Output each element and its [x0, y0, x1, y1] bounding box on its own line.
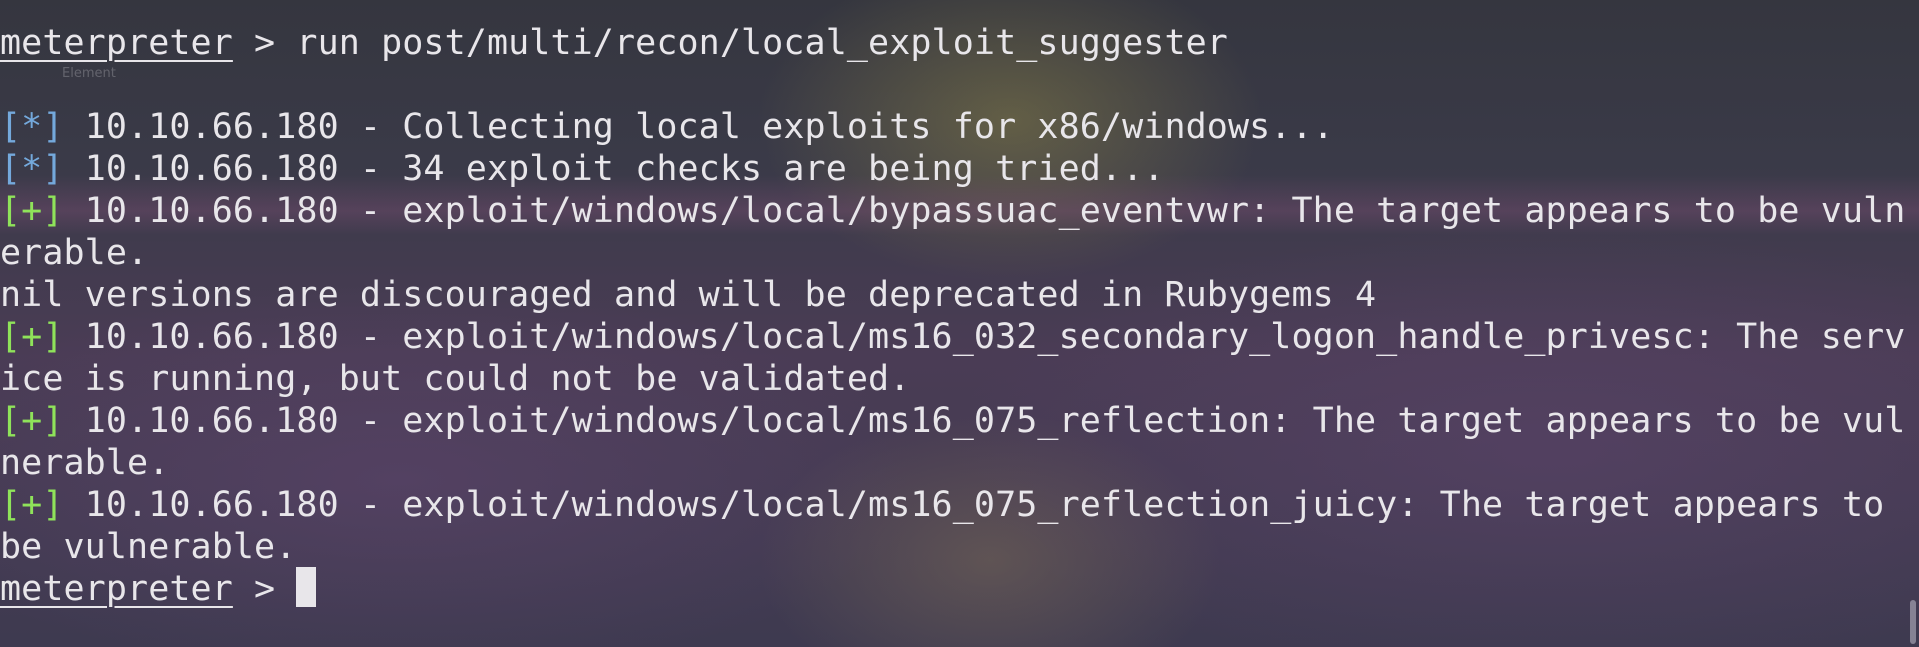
info-marker: [*] [0, 149, 64, 189]
output-line: nil versions are discouraged and will be… [0, 274, 1376, 316]
output-text: nerable. [0, 443, 170, 483]
output-text: ice is running, but could not be validat… [0, 359, 911, 399]
output-text: 10.10.66.180 - exploit/windows/local/ms1… [84, 401, 1906, 441]
output-line: [+] 10.10.66.180 - exploit/windows/local… [0, 190, 1905, 232]
output-line: [+] 10.10.66.180 - exploit/windows/local… [0, 484, 1884, 526]
prompt-separator: > [232, 569, 297, 609]
prompt-separator: > [232, 23, 297, 63]
output-text: 10.10.66.180 - Collecting local exploits… [84, 107, 1334, 147]
output-text: nil versions are discouraged and will be… [0, 275, 1377, 315]
output-text: 10.10.66.180 - 34 exploit checks are bei… [84, 149, 1165, 189]
prompt-name: meterpreter [0, 569, 233, 609]
success-marker: [+] [0, 191, 64, 231]
output-line: [+] 10.10.66.180 - exploit/windows/local… [0, 400, 1905, 442]
terminal-window[interactable]: meterpreter > run post/multi/recon/local… [0, 0, 1905, 647]
input-prompt-line[interactable]: meterpreter > [0, 567, 317, 610]
output-line-wrap: nerable. [0, 442, 169, 484]
success-marker: [+] [0, 485, 64, 525]
output-line: [*] 10.10.66.180 - 34 exploit checks are… [0, 148, 1164, 190]
output-text: 10.10.66.180 - exploit/windows/local/ms1… [84, 317, 1906, 357]
command-line: meterpreter > run post/multi/recon/local… [0, 22, 1228, 64]
info-marker: [*] [0, 107, 64, 147]
terminal-scrollbar[interactable] [1910, 600, 1916, 644]
output-text: be vulnerable. [0, 527, 297, 567]
command-text: run post/multi/recon/local_exploit_sugge… [296, 23, 1228, 63]
output-text: 10.10.66.180 - exploit/windows/local/ms1… [84, 485, 1885, 525]
output-line: [*] 10.10.66.180 - Collecting local expl… [0, 106, 1334, 148]
output-text: 10.10.66.180 - exploit/windows/local/byp… [84, 191, 1906, 231]
success-marker: [+] [0, 401, 64, 441]
output-line-wrap: be vulnerable. [0, 526, 296, 568]
output-line-wrap: ice is running, but could not be validat… [0, 358, 910, 400]
text-cursor[interactable] [296, 567, 317, 607]
prompt-name: meterpreter [0, 23, 233, 63]
output-line: [+] 10.10.66.180 - exploit/windows/local… [0, 316, 1905, 358]
success-marker: [+] [0, 317, 64, 357]
output-text: erable. [0, 233, 149, 273]
output-line-wrap: erable. [0, 232, 148, 274]
